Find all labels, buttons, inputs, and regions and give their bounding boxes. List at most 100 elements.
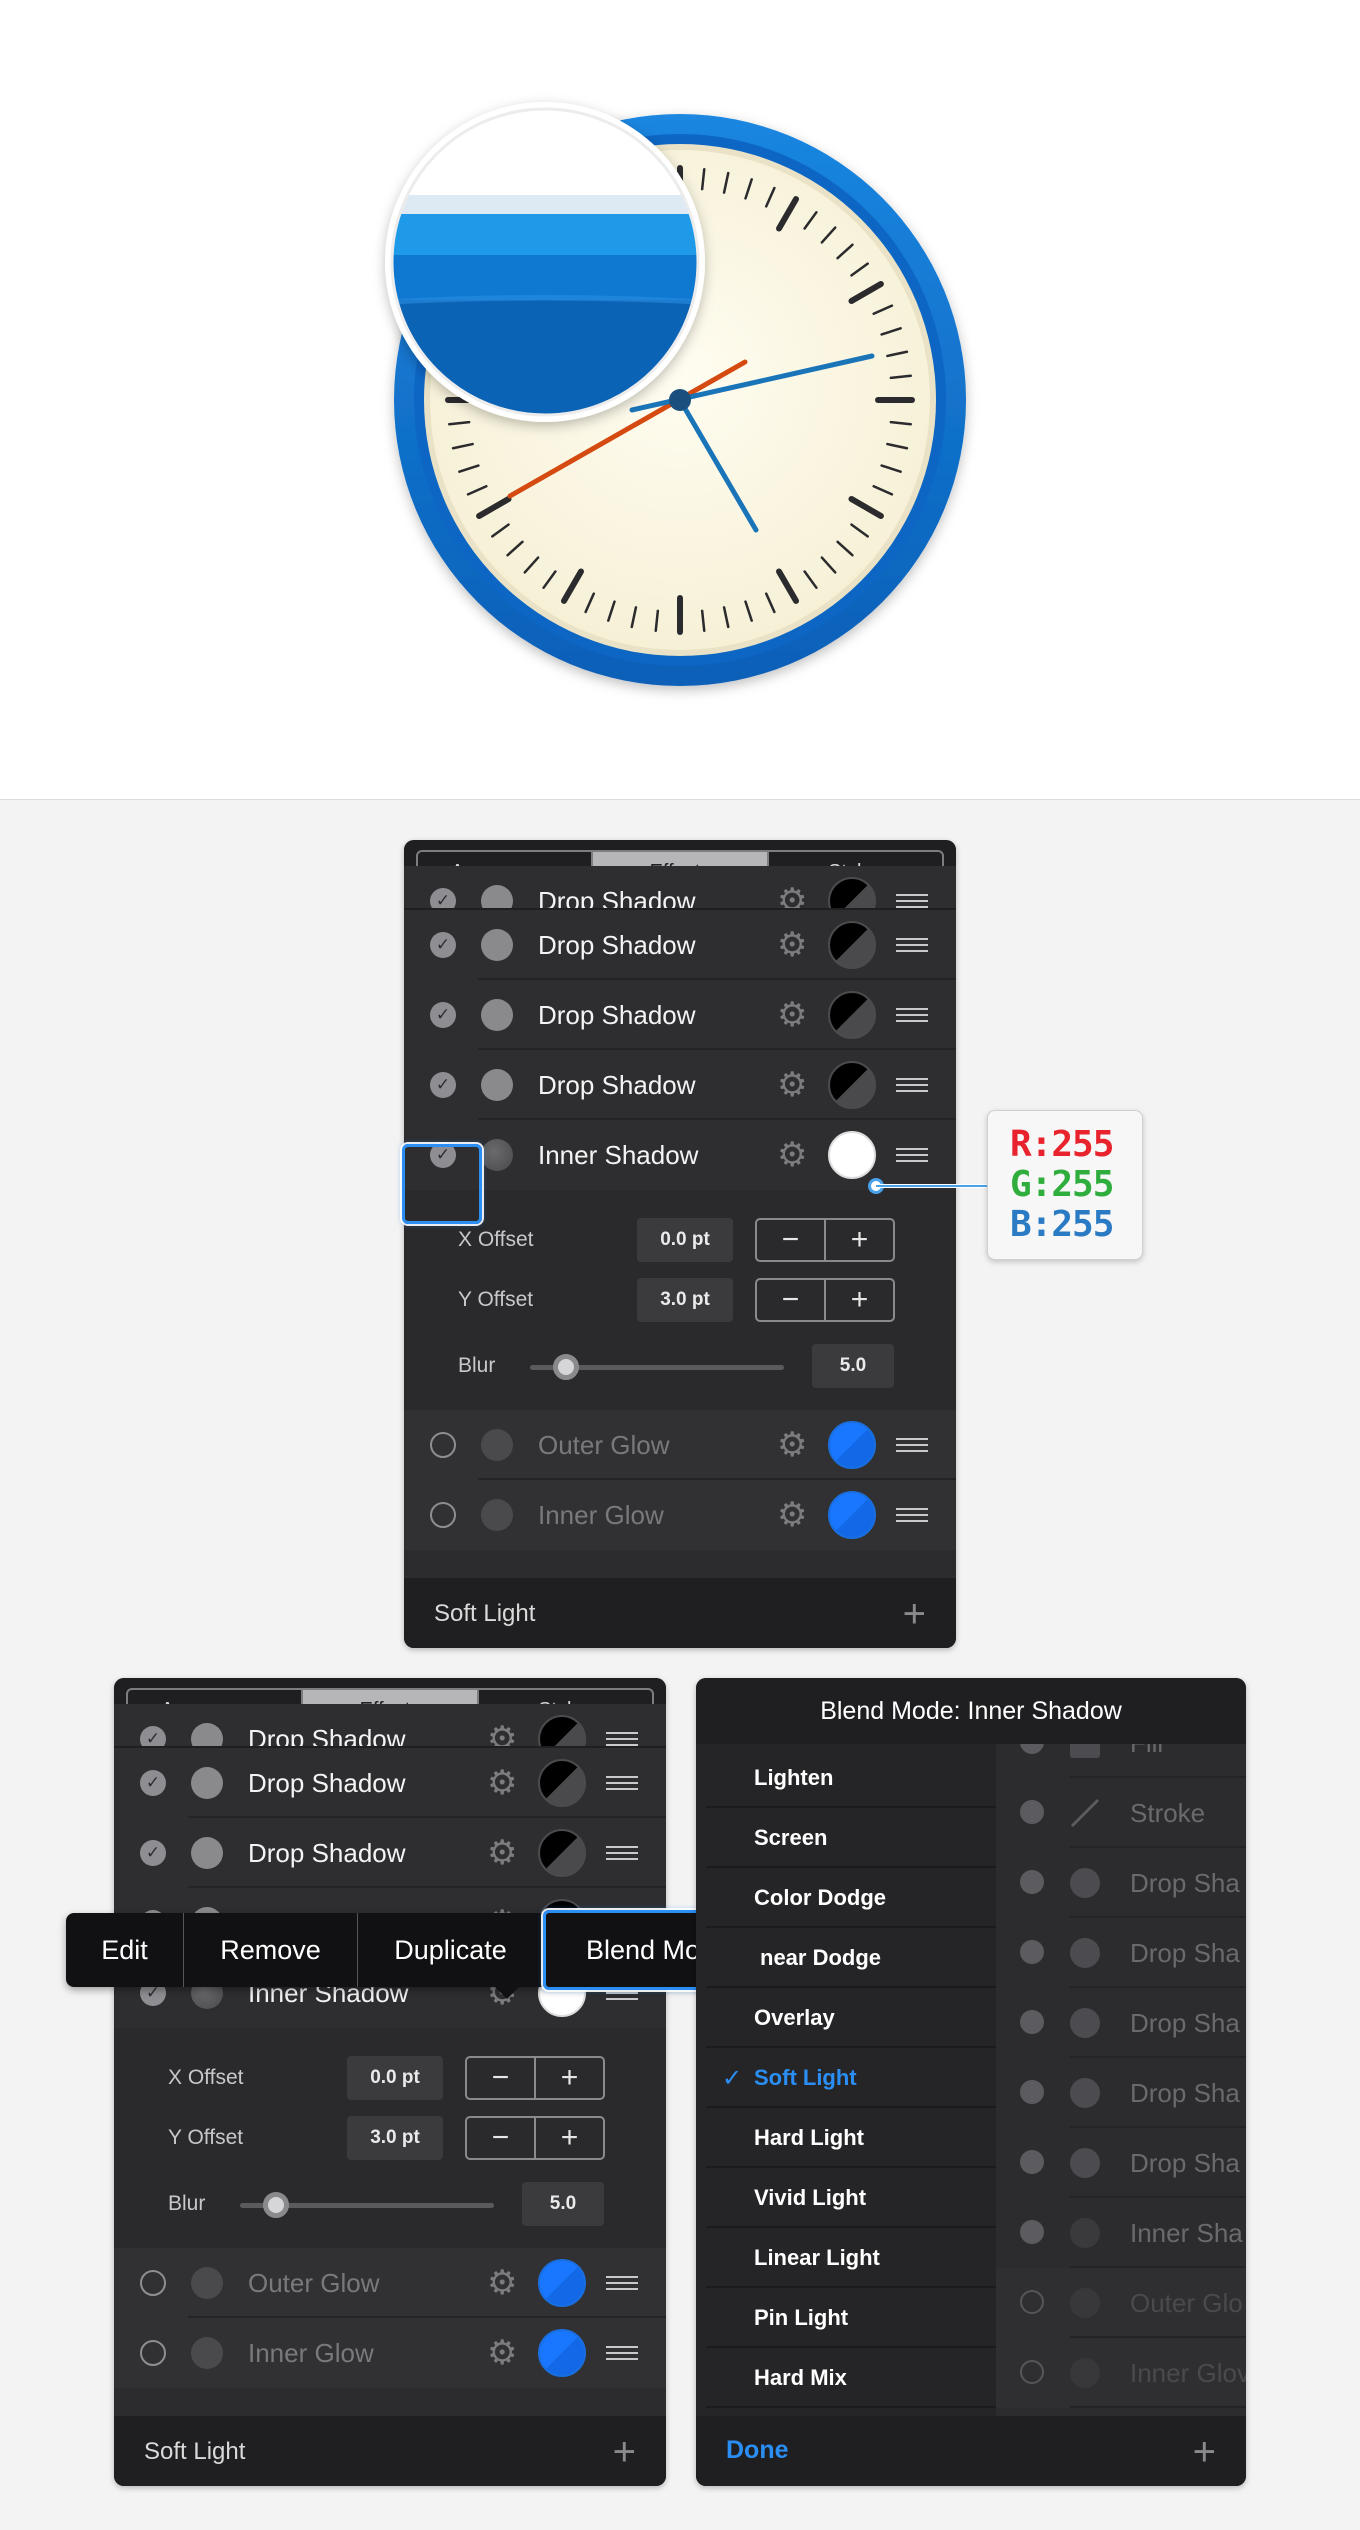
color-swatch[interactable] <box>538 1829 586 1877</box>
effect-row-outer-glow[interactable]: Outer Glow ⚙ <box>114 2248 666 2318</box>
enabled-checkmark-icon[interactable]: ✓ <box>430 932 456 958</box>
disabled-checkbox-icon[interactable] <box>430 1502 456 1528</box>
ghost-row: Inner Glov <box>996 2338 1246 2408</box>
blend-mode-label[interactable]: Soft Light <box>144 2438 245 2466</box>
effect-label: Drop Shadow <box>538 999 696 1030</box>
blend-option-hard-mix[interactable]: Hard Mix <box>696 2348 996 2408</box>
drag-handle-icon[interactable] <box>896 1148 928 1162</box>
effect-label: Drop Shadow <box>248 1837 406 1868</box>
enabled-checkmark-icon[interactable]: ✓ <box>140 1770 166 1796</box>
drag-handle-icon[interactable] <box>896 938 928 952</box>
menu-item-duplicate[interactable]: Duplicate <box>358 1913 544 1987</box>
blue-value: B:255 <box>1010 1204 1114 1245</box>
color-swatch[interactable] <box>538 1759 586 1807</box>
color-swatch[interactable] <box>828 1131 876 1179</box>
gear-icon[interactable]: ⚙ <box>777 1138 807 1172</box>
drag-handle-icon[interactable] <box>896 1508 928 1522</box>
blend-option-hard-light[interactable]: Hard Light <box>696 2108 996 2168</box>
blend-option-vivid-light[interactable]: Vivid Light <box>696 2168 996 2228</box>
blend-option-soft-light[interactable]: ✓ Soft Light <box>696 2048 996 2108</box>
effect-row-drop-shadow[interactable]: ✓ Drop Shadow ⚙ <box>114 1818 666 1888</box>
blend-option-linear-dodge[interactable]: near Dodge <box>696 1928 996 1988</box>
blend-mode-title: Blend Mode: Inner Shadow <box>696 1678 1246 1744</box>
minus-icon[interactable]: − <box>757 1280 826 1320</box>
blur-slider-knob[interactable] <box>553 1354 579 1380</box>
drag-handle-icon[interactable] <box>606 2346 638 2360</box>
add-effect-icon[interactable]: + <box>1193 2432 1216 2472</box>
effect-row-inner-glow[interactable]: Inner Glow ⚙ <box>404 1480 956 1550</box>
rgb-callout: R:255 G:255 B:255 <box>987 1110 1143 1260</box>
blend-option-screen[interactable]: Screen <box>696 1808 996 1868</box>
effect-dot-icon <box>191 2337 223 2369</box>
y-offset-field[interactable]: 3.0 pt <box>347 2116 443 2160</box>
enabled-checkmark-icon[interactable]: ✓ <box>430 1072 456 1098</box>
x-offset-stepper[interactable]: − + <box>465 2056 605 2100</box>
effect-label: Drop Shadow <box>538 929 696 960</box>
blur-value-field[interactable]: 5.0 <box>522 2182 604 2226</box>
drag-handle-icon[interactable] <box>896 1008 928 1022</box>
plus-icon[interactable]: + <box>536 2118 603 2158</box>
effect-row-inner-glow[interactable]: Inner Glow ⚙ <box>114 2318 666 2388</box>
drag-handle-icon[interactable] <box>896 1078 928 1092</box>
blend-mode-label[interactable]: Soft Light <box>434 1600 535 1628</box>
blur-value-field[interactable]: 5.0 <box>812 1344 894 1388</box>
done-button[interactable]: Done <box>726 2436 789 2465</box>
effect-row-drop-shadow[interactable]: ✓ Drop Shadow ⚙ <box>114 1748 666 1818</box>
color-swatch[interactable] <box>538 2259 586 2307</box>
drag-handle-icon[interactable] <box>606 1776 638 1790</box>
add-effect-icon[interactable]: + <box>613 2432 636 2472</box>
enabled-checkmark-icon[interactable]: ✓ <box>140 1840 166 1866</box>
y-offset-stepper[interactable]: − + <box>755 1278 895 1322</box>
minus-icon[interactable]: − <box>467 2058 536 2098</box>
gear-icon[interactable]: ⚙ <box>777 1498 807 1532</box>
plus-icon[interactable]: + <box>536 2058 603 2098</box>
blend-option-lighten[interactable]: Lighten <box>696 1748 996 1808</box>
blur-label: Blur <box>458 1354 496 1377</box>
blend-option-pin-light[interactable]: Pin Light <box>696 2288 996 2348</box>
x-offset-stepper[interactable]: − + <box>755 1218 895 1262</box>
color-swatch[interactable] <box>828 1061 876 1109</box>
gear-icon[interactable]: ⚙ <box>487 1766 517 1800</box>
disabled-checkbox-icon[interactable] <box>140 2340 166 2366</box>
enabled-checkmark-icon[interactable]: ✓ <box>430 1002 456 1028</box>
minus-icon[interactable]: − <box>467 2118 536 2158</box>
menu-item-remove[interactable]: Remove <box>184 1913 358 1987</box>
color-swatch[interactable] <box>828 1491 876 1539</box>
y-offset-field[interactable]: 3.0 pt <box>637 1278 733 1322</box>
plus-icon[interactable]: + <box>826 1220 893 1260</box>
effect-row-drop-shadow[interactable]: ✓ Drop Shadow ⚙ <box>404 910 956 980</box>
x-offset-field[interactable]: 0.0 pt <box>347 2056 443 2100</box>
gear-icon[interactable]: ⚙ <box>487 2266 517 2300</box>
x-offset-field[interactable]: 0.0 pt <box>637 1218 733 1262</box>
gear-icon[interactable]: ⚙ <box>777 928 807 962</box>
gear-icon[interactable]: ⚙ <box>487 2336 517 2370</box>
drag-handle-icon[interactable] <box>606 1846 638 1860</box>
y-offset-stepper[interactable]: − + <box>465 2116 605 2160</box>
minus-icon[interactable]: − <box>757 1220 826 1260</box>
gear-icon[interactable]: ⚙ <box>777 998 807 1032</box>
menu-item-edit[interactable]: Edit <box>66 1913 184 1987</box>
gear-icon[interactable]: ⚙ <box>777 1428 807 1462</box>
gear-icon[interactable]: ⚙ <box>777 1068 807 1102</box>
blend-option-color-dodge[interactable]: Color Dodge <box>696 1868 996 1928</box>
plus-icon[interactable]: + <box>826 1280 893 1320</box>
drag-handle-icon[interactable] <box>896 894 928 908</box>
drag-handle-icon[interactable] <box>896 1438 928 1452</box>
blur-slider-knob[interactable] <box>263 2192 289 2218</box>
color-swatch[interactable] <box>828 991 876 1039</box>
color-swatch[interactable] <box>828 1421 876 1469</box>
x-offset-label: X Offset <box>458 1228 534 1251</box>
color-swatch[interactable] <box>828 921 876 969</box>
effect-row-drop-shadow[interactable]: ✓ Drop Shadow ⚙ <box>404 980 956 1050</box>
effect-row-drop-shadow[interactable]: ✓ Drop Shadow ⚙ <box>404 1050 956 1120</box>
disabled-checkbox-icon[interactable] <box>140 2270 166 2296</box>
disabled-checkbox-icon[interactable] <box>430 1432 456 1458</box>
drag-handle-icon[interactable] <box>606 1732 638 1746</box>
add-effect-icon[interactable]: + <box>903 1594 926 1634</box>
blend-option-overlay[interactable]: Overlay <box>696 1988 996 2048</box>
effect-row-outer-glow[interactable]: Outer Glow ⚙ <box>404 1410 956 1480</box>
color-swatch[interactable] <box>538 2329 586 2377</box>
blend-option-linear-light[interactable]: Linear Light <box>696 2228 996 2288</box>
gear-icon[interactable]: ⚙ <box>487 1836 517 1870</box>
drag-handle-icon[interactable] <box>606 2276 638 2290</box>
